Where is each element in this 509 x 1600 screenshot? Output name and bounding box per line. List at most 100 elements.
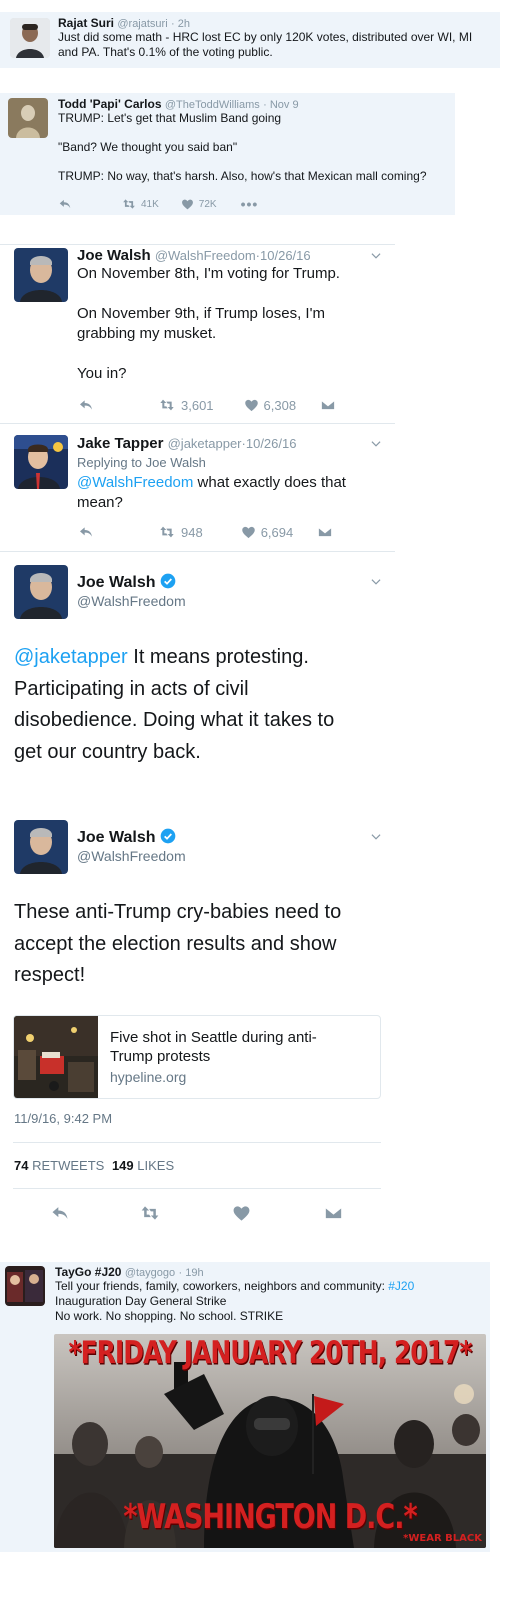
author-name[interactable]: Todd 'Papi' Carlos [58,97,162,111]
hashtag-link[interactable]: #J20 [388,1279,414,1293]
tweet-text-line: "Band? We thought you said ban" [58,140,238,154]
tweet-text: @jaketapper It means protesting. Partici… [14,642,334,768]
like-button[interactable]: 72K [181,198,217,211]
author-handle[interactable]: @jaketapper [168,436,242,451]
author-name[interactable]: Joe Walsh [77,829,156,846]
author-name[interactable]: TayGo #J20 [55,1265,121,1279]
chevron-down-icon[interactable] [369,830,383,844]
avatar-joe-walsh [14,820,68,874]
tweet-time[interactable]: 10/26/16 [246,436,297,451]
tweet-joe-walsh-3: Joe Walsh @WalshFreedom These anti-Trump… [0,808,395,1243]
tweet-text-line: accept the election results and show [14,932,337,955]
like-count[interactable]: 149 [112,1158,134,1173]
retweet-count[interactable]: 74 [14,1158,28,1173]
divider [0,551,395,552]
reply-button[interactable] [50,1203,70,1223]
retweet-button[interactable] [138,1203,162,1223]
tweet-joe-walsh-1: Joe Walsh @WalshFreedom·10/26/16 On Nove… [0,245,395,420]
likes-label[interactable]: LIKES [137,1158,174,1173]
replying-to[interactable]: Replying to Joe Walsh [77,455,206,470]
tweet-joe-walsh-2: Joe Walsh @WalshFreedom @jaketapper It m… [0,553,395,793]
avatar[interactable] [8,98,48,138]
author-name[interactable]: Joe Walsh [77,247,151,264]
divider [13,1142,381,1143]
tweet-time[interactable]: Nov 9 [270,99,299,111]
avatar-portrait [10,18,50,58]
reply-button[interactable] [78,524,94,540]
avatar[interactable] [14,435,68,489]
tweet-time[interactable]: 10/26/16 [260,248,311,263]
divider [0,423,395,424]
like-icon [241,525,256,540]
retweet-count: 41K [141,198,159,210]
tweet-image[interactable]: *FRIDAY JANUARY 20TH, 2017* *WASHINGTON … [54,1334,486,1548]
author-handle[interactable]: @WalshFreedom [77,593,186,609]
tweet-taygo: TayGo #J20 @taygogo · 19h Tell your frie… [0,1262,490,1552]
tweet-text-line: Inauguration Day General Strike [55,1294,227,1308]
retweet-icon [158,524,176,540]
chevron-down-icon[interactable] [369,249,383,263]
mention-link[interactable]: @WalshFreedom [77,474,193,491]
tweet-text: Just did some math - HRC lost EC by only… [58,30,472,60]
tweet-text-line: get our country back. [14,740,201,763]
chevron-down-icon[interactable] [369,575,383,589]
avatar-taygo [5,1266,45,1306]
tweet-text-line: what exactly does that [197,474,346,491]
action-bar [50,1203,344,1223]
avatar[interactable] [14,565,68,619]
like-button[interactable] [232,1204,251,1223]
avatar[interactable] [14,820,68,874]
author-name[interactable]: Rajat Suri [58,16,114,30]
like-count: 72K [198,198,217,210]
engagement-stats: 74 RETWEETS 149 LIKES [14,1158,174,1173]
poster-headline: *FRIDAY JANUARY 20TH, 2017* [68,1334,473,1371]
tweet-todd-carlos: Todd 'Papi' Carlos @TheToddWilliams · No… [0,93,455,215]
mention-link[interactable]: @jaketapper [14,646,128,668]
divider [13,1188,381,1189]
link-card-domain: hypeline.org [110,1069,187,1085]
tweet-header: Rajat Suri @rajatsuri · 2h [58,16,190,30]
tweet-time[interactable]: 19h [185,1267,203,1279]
avatar[interactable] [10,18,50,58]
author-handle[interactable]: @TheToddWilliams [165,99,260,111]
like-icon [181,198,194,211]
like-button[interactable]: 6,308 [244,397,297,413]
link-card[interactable]: Five shot in Seattle during anti- Trump … [13,1015,381,1099]
author-name[interactable]: Joe Walsh [77,574,156,591]
tweet-timestamp[interactable]: 11/9/16, 9:42 PM [14,1111,112,1126]
author-handle[interactable]: @WalshFreedom [155,248,256,263]
tweet-text-line: On November 8th, I'm voting for Trump. [77,265,340,282]
tweet-text: TRUMP: Let's get that Muslim Band going … [58,111,427,184]
tweet-text-line: disobedience. Doing what it takes to [14,709,335,731]
more-icon[interactable]: ••• [241,196,259,212]
message-button[interactable] [323,1203,344,1223]
retweet-icon [122,197,136,211]
reply-button[interactable] [58,197,72,211]
reply-icon [78,397,94,413]
retweet-icon [158,397,176,413]
message-button[interactable] [317,524,333,540]
avatar[interactable] [14,248,68,302]
retweet-count: 3,601 [181,397,214,413]
tweet-header: Todd 'Papi' Carlos @TheToddWilliams · No… [58,97,299,111]
author-name[interactable]: Jake Tapper [77,435,163,452]
tweet-text-line: On November 9th, if Trump loses, I'm [77,305,325,322]
avatar[interactable] [5,1266,45,1306]
retweet-button[interactable]: 948 [158,524,203,540]
message-button[interactable] [320,397,336,413]
retweet-button[interactable]: 41K [122,197,159,211]
retweets-label[interactable]: RETWEETS [32,1158,104,1173]
tweet-text: These anti-Trump cry-babies need to acce… [14,897,341,992]
author-handle[interactable]: @taygogo [125,1267,175,1279]
avatar-joe-walsh [14,565,68,619]
tweet-time[interactable]: 2h [178,18,190,30]
like-count: 6,308 [263,397,297,413]
tweet-text-line: These anti-Trump cry-babies need to [14,901,342,923]
avatar-joe-walsh [14,248,68,302]
reply-button[interactable] [78,397,94,413]
retweet-button[interactable]: 3,601 [158,397,214,413]
like-button[interactable]: 6,694 [241,525,293,540]
author-handle[interactable]: @WalshFreedom [77,848,186,864]
author-handle[interactable]: @rajatsuri [117,18,167,30]
chevron-down-icon[interactable] [369,437,383,451]
